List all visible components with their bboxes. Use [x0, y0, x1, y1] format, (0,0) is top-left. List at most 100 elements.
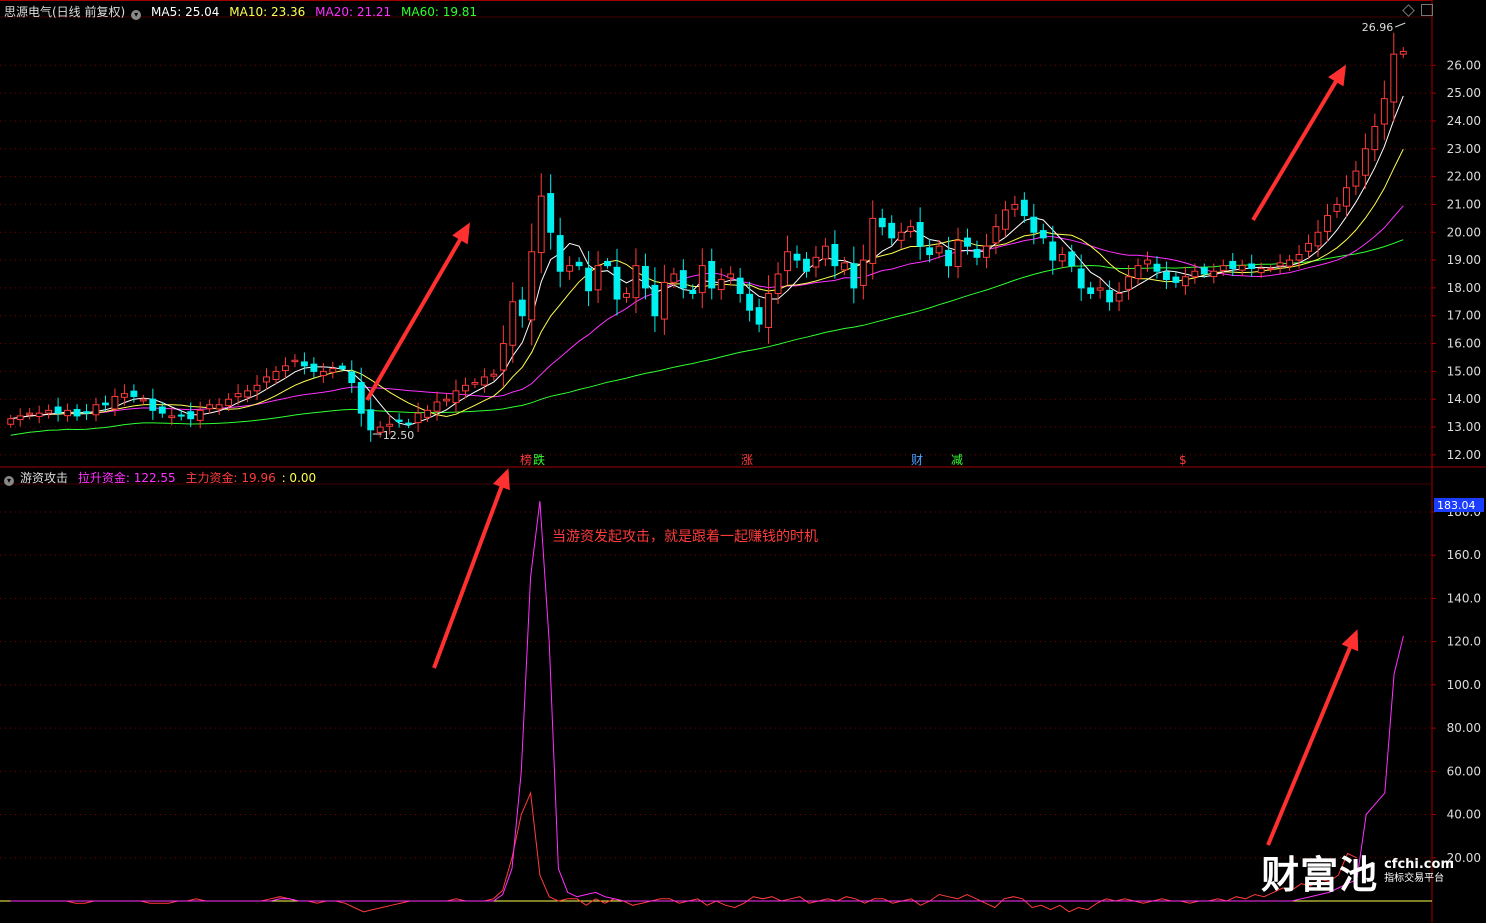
- candle-down[interactable]: [556, 235, 564, 272]
- candle-up[interactable]: [954, 240, 962, 267]
- candle-down[interactable]: [926, 247, 934, 256]
- candle-down[interactable]: [187, 411, 195, 420]
- candle-up[interactable]: [319, 370, 327, 377]
- candle-up[interactable]: [120, 393, 128, 398]
- candle-down[interactable]: [850, 263, 858, 289]
- candle-up[interactable]: [1001, 209, 1009, 230]
- candle-up[interactable]: [869, 217, 877, 264]
- candle-down[interactable]: [736, 277, 744, 294]
- candle-down[interactable]: [130, 390, 138, 397]
- candle-up[interactable]: [1399, 50, 1407, 55]
- candle-down[interactable]: [367, 409, 375, 431]
- candle-up[interactable]: [480, 376, 488, 386]
- candle-up[interactable]: [509, 301, 517, 346]
- candle-down[interactable]: [604, 260, 611, 267]
- candle-up[interactable]: [1390, 53, 1398, 103]
- candle-up[interactable]: [225, 398, 233, 407]
- candle-up[interactable]: [812, 256, 820, 268]
- candle-up[interactable]: [537, 195, 545, 254]
- candle-up[interactable]: [272, 370, 280, 380]
- candle-up[interactable]: [566, 265, 574, 272]
- candle-up[interactable]: [983, 245, 990, 258]
- candle-down[interactable]: [1163, 271, 1170, 281]
- candle-up[interactable]: [774, 273, 782, 294]
- candle-up[interactable]: [1380, 98, 1388, 125]
- candle-up[interactable]: [253, 384, 261, 392]
- candle-up[interactable]: [1305, 242, 1312, 252]
- candle-up[interactable]: [670, 273, 678, 283]
- candle-down[interactable]: [1172, 276, 1180, 283]
- candle-up[interactable]: [244, 390, 251, 398]
- candle-down[interactable]: [964, 237, 971, 247]
- candle-down[interactable]: [1153, 263, 1161, 272]
- candle-up[interactable]: [1333, 203, 1341, 212]
- candle-down[interactable]: [973, 249, 981, 258]
- indicator-name[interactable]: 游资攻击: [20, 471, 68, 485]
- candle-up[interactable]: [1238, 265, 1246, 271]
- candle-up[interactable]: [64, 409, 72, 417]
- candle-down[interactable]: [689, 289, 697, 294]
- candle-down[interactable]: [1049, 241, 1057, 261]
- candle-down[interactable]: [158, 406, 166, 414]
- candle-up[interactable]: [992, 226, 1000, 244]
- candle-down[interactable]: [1030, 216, 1038, 233]
- candle-up[interactable]: [935, 245, 943, 254]
- candle-up[interactable]: [26, 412, 34, 416]
- candle-up[interactable]: [111, 395, 119, 410]
- candle-up[interactable]: [1267, 267, 1275, 270]
- candle-down[interactable]: [149, 398, 157, 411]
- candle-up[interactable]: [897, 231, 905, 241]
- candle-down[interactable]: [916, 222, 924, 247]
- candle-up[interactable]: [462, 384, 469, 392]
- candle-down[interactable]: [1248, 263, 1256, 269]
- candle-up[interactable]: [859, 259, 867, 286]
- candle-down[interactable]: [1077, 268, 1085, 289]
- candle-up[interactable]: [784, 251, 791, 272]
- candle-down[interactable]: [54, 406, 62, 414]
- candlestick-series[interactable]: [7, 32, 1407, 442]
- stock-name[interactable]: 思源电气(日线 前复权): [4, 5, 125, 19]
- candle-up[interactable]: [291, 359, 299, 363]
- candle-up[interactable]: [1371, 126, 1379, 151]
- candle-up[interactable]: [433, 401, 441, 412]
- candle-up[interactable]: [821, 245, 829, 260]
- candle-down[interactable]: [310, 363, 318, 372]
- candle-down[interactable]: [300, 361, 308, 367]
- candle-up[interactable]: [206, 404, 214, 410]
- candle-down[interactable]: [708, 260, 716, 289]
- candle-up[interactable]: [632, 265, 640, 299]
- candle-up[interactable]: [234, 393, 242, 398]
- candle-up[interactable]: [1181, 276, 1189, 287]
- candle-up[interactable]: [1314, 231, 1322, 247]
- event-marker[interactable]: 涨: [741, 452, 753, 467]
- candle-up[interactable]: [263, 376, 270, 383]
- candle-up[interactable]: [424, 409, 431, 418]
- candle-up[interactable]: [1219, 265, 1227, 271]
- candle-up[interactable]: [1257, 267, 1265, 274]
- candle-up[interactable]: [528, 251, 536, 321]
- event-marker[interactable]: 减: [951, 453, 963, 467]
- candle-down[interactable]: [1106, 289, 1114, 303]
- candle-up[interactable]: [623, 292, 630, 298]
- candle-up[interactable]: [471, 382, 479, 385]
- candle-down[interactable]: [518, 299, 526, 317]
- candle-up[interactable]: [7, 418, 15, 425]
- candle-up[interactable]: [35, 412, 43, 417]
- candle-up[interactable]: [282, 365, 289, 372]
- candle-up[interactable]: [1352, 170, 1360, 187]
- candle-up[interactable]: [499, 343, 507, 371]
- candle-down[interactable]: [1020, 199, 1028, 217]
- event-marker[interactable]: 财: [911, 453, 923, 467]
- candle-up[interactable]: [452, 390, 460, 404]
- candle-up[interactable]: [1276, 262, 1284, 267]
- event-marker[interactable]: 榜: [520, 452, 532, 467]
- candle-up[interactable]: [139, 398, 147, 402]
- candle-up[interactable]: [1144, 259, 1151, 265]
- candle-down[interactable]: [1229, 260, 1237, 269]
- candle-up[interactable]: [329, 368, 337, 373]
- candle-down[interactable]: [831, 244, 839, 267]
- candle-up[interactable]: [1125, 276, 1132, 290]
- restore-icon[interactable]: [1421, 4, 1433, 16]
- candle-up[interactable]: [1361, 148, 1369, 176]
- candle-up[interactable]: [1058, 254, 1066, 262]
